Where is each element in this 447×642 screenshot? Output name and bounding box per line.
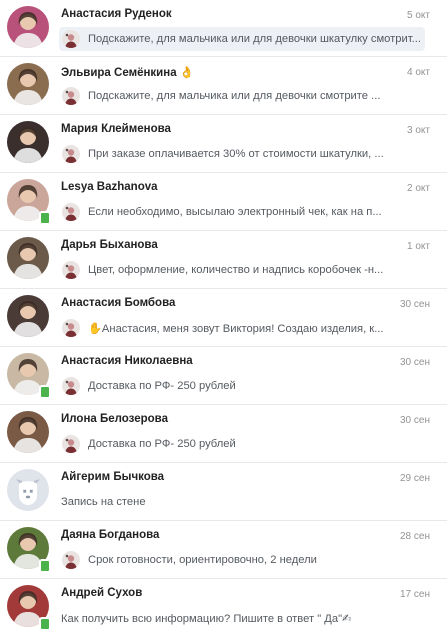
mini-avatar [62,203,80,221]
message-snippet[interactable]: Подскажите, для мальчика или для девочки… [59,27,425,51]
contact-name[interactable]: Андрей Сухов [61,587,142,599]
message-date: 5 окт [407,10,430,21]
mini-avatar [62,319,80,337]
message-date: 3 окт [407,125,430,136]
message-snippet[interactable]: Запись на стене [59,490,425,514]
message-preview: Как получить всю информацию? Пишите в от… [61,612,352,625]
avatar[interactable] [7,295,49,337]
message-date: 2 окт [407,183,430,194]
message-preview: Подскажите, для мальчика или для девочки… [88,33,421,45]
contact-name[interactable]: Эльвира Семёнкина 👌 [61,65,194,79]
conversation-row-3[interactable]: Мария Клейменова 3 окт При заказе оплачи… [0,115,447,173]
mini-avatar [62,377,80,395]
conversation-row-9[interactable]: Айгерим Бычкова 29 сен Запись на стене [0,463,447,521]
avatar[interactable] [7,237,49,279]
message-snippet[interactable]: Как получить всю информацию? Пишите в от… [59,606,425,630]
message-preview: ✋Анастасия, меня зовут Виктория! Создаю … [88,322,384,335]
contact-name[interactable]: Айгерим Бычкова [61,471,164,483]
online-indicator [39,617,51,631]
message-snippet[interactable]: Доставка по РФ- 250 рублей [59,432,425,456]
avatar[interactable] [7,6,49,48]
message-date: 17 сен [400,589,430,600]
avatar[interactable] [7,121,49,163]
contact-name[interactable]: Дарья Быханова [61,239,158,251]
message-preview: При заказе оплачивается 30% от стоимости… [88,148,384,160]
avatar[interactable] [7,63,49,105]
conversation-row-6[interactable]: Анастасия Бомбова 30 сен ✋Анастасия, мен… [0,289,447,347]
online-indicator [39,559,51,573]
contact-name[interactable]: Даяна Богданова [61,529,159,541]
mini-avatar [62,435,80,453]
message-preview: Если необходимо, высылаю электронный чек… [88,206,382,218]
mini-avatar [62,145,80,163]
message-date: 30 сен [400,357,430,368]
mini-avatar [62,30,80,48]
conversation-row-7[interactable]: Анастасия Николаевна 30 сен Доставка по … [0,347,447,405]
conversation-row-10[interactable]: Даяна Богданова 28 сен Срок готовности, … [0,521,447,579]
message-snippet[interactable]: При заказе оплачивается 30% от стоимости… [59,142,425,166]
message-snippet[interactable]: Доставка по РФ- 250 рублей [59,374,425,398]
conversation-list: Анастасия Руденок 5 окт Подскажите, для … [0,0,447,637]
message-preview: Доставка по РФ- 250 рублей [88,380,236,392]
message-snippet[interactable]: Срок готовности, ориентировочно, 2 недел… [59,548,425,572]
message-preview: Доставка по РФ- 250 рублей [88,438,236,450]
avatar[interactable] [7,469,49,511]
message-date: 30 сен [400,299,430,310]
message-date: 4 окт [407,67,430,78]
conversation-row-1[interactable]: Анастасия Руденок 5 окт Подскажите, для … [0,0,447,57]
message-date: 29 сен [400,473,430,484]
online-indicator [39,211,51,225]
message-snippet[interactable]: Если необходимо, высылаю электронный чек… [59,200,425,224]
message-preview: Цвет, оформление, количество и надпись к… [88,264,384,276]
contact-name[interactable]: Анастасия Николаевна [61,355,193,367]
message-date: 30 сен [400,415,430,426]
conversation-row-4[interactable]: Lesya Bazhanova 2 окт Если необходимо, в… [0,173,447,231]
message-preview: Срок готовности, ориентировочно, 2 недел… [88,554,317,566]
contact-name[interactable]: Lesya Bazhanova [61,181,158,193]
message-preview: Подскажите, для мальчика или для девочки… [88,90,381,102]
conversation-row-2[interactable]: Эльвира Семёнкина 👌 4 окт Подскажите, дл… [0,57,447,115]
message-date: 1 окт [407,241,430,252]
mini-avatar [62,551,80,569]
message-snippet[interactable]: Цвет, оформление, количество и надпись к… [59,258,425,282]
conversation-row-8[interactable]: Илона Белозерова 30 сен Доставка по РФ- … [0,405,447,463]
mini-avatar [62,87,80,105]
contact-name[interactable]: Илона Белозерова [61,413,168,425]
contact-name[interactable]: Анастасия Бомбова [61,297,175,309]
conversation-row-5[interactable]: Дарья Быханова 1 окт Цвет, оформление, к… [0,231,447,289]
contact-name[interactable]: Мария Клейменова [61,123,171,135]
mini-avatar [62,261,80,279]
message-date: 28 сен [400,531,430,542]
message-preview: Запись на стене [61,496,146,508]
conversation-row-11[interactable]: Андрей Сухов 17 сен Как получить всю инф… [0,579,447,637]
message-snippet[interactable]: Подскажите, для мальчика или для девочки… [59,84,425,108]
message-snippet[interactable]: ✋Анастасия, меня зовут Виктория! Создаю … [59,316,425,340]
avatar[interactable] [7,411,49,453]
online-indicator [39,385,51,399]
contact-name[interactable]: Анастасия Руденок [61,8,172,20]
